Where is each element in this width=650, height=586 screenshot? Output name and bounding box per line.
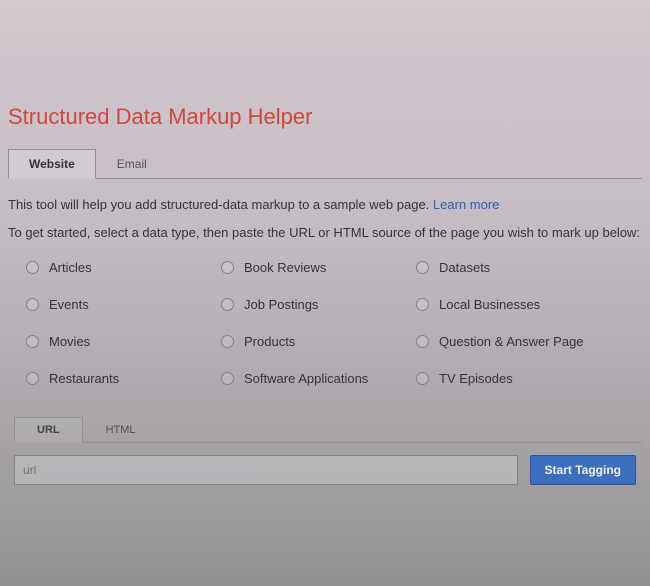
radio-label: Movies xyxy=(49,334,90,349)
radio-restaurants[interactable]: Restaurants xyxy=(26,371,221,386)
radio-label: Restaurants xyxy=(49,371,119,386)
radio-software-applications[interactable]: Software Applications xyxy=(221,371,416,386)
radio-label: TV Episodes xyxy=(439,371,513,386)
radio-icon xyxy=(221,261,234,274)
radio-icon xyxy=(26,261,39,274)
subtab-url[interactable]: URL xyxy=(14,417,83,443)
radio-articles[interactable]: Articles xyxy=(26,260,221,275)
radio-label: Question & Answer Page xyxy=(439,334,584,349)
radio-icon xyxy=(416,261,429,274)
radio-icon xyxy=(26,335,39,348)
url-input[interactable] xyxy=(14,455,518,485)
radio-label: Job Postings xyxy=(244,297,318,312)
radio-icon xyxy=(26,298,39,311)
input-row: Start Tagging xyxy=(14,455,636,485)
radio-label: Events xyxy=(49,297,89,312)
radio-icon xyxy=(416,335,429,348)
radio-icon xyxy=(221,372,234,385)
radio-label: Software Applications xyxy=(244,371,368,386)
radio-label: Datasets xyxy=(439,260,490,275)
data-type-grid: Articles Book Reviews Datasets Events Jo… xyxy=(8,260,642,386)
radio-question-answer-page[interactable]: Question & Answer Page xyxy=(416,334,626,349)
radio-local-businesses[interactable]: Local Businesses xyxy=(416,297,626,312)
radio-movies[interactable]: Movies xyxy=(26,334,221,349)
radio-events[interactable]: Events xyxy=(26,297,221,312)
input-mode-tabs: URL HTML xyxy=(14,416,642,443)
radio-label: Local Businesses xyxy=(439,297,540,312)
tab-website[interactable]: Website xyxy=(8,149,96,179)
radio-job-postings[interactable]: Job Postings xyxy=(221,297,416,312)
radio-tv-episodes[interactable]: TV Episodes xyxy=(416,371,626,386)
learn-more-link[interactable]: Learn more xyxy=(433,197,499,212)
start-tagging-button[interactable]: Start Tagging xyxy=(530,455,636,485)
radio-book-reviews[interactable]: Book Reviews xyxy=(221,260,416,275)
tab-email[interactable]: Email xyxy=(96,149,168,179)
subtab-html[interactable]: HTML xyxy=(83,417,159,443)
radio-datasets[interactable]: Datasets xyxy=(416,260,626,275)
radio-icon xyxy=(26,372,39,385)
source-tabs: Website Email xyxy=(8,148,642,179)
radio-label: Products xyxy=(244,334,295,349)
intro-text: This tool will help you add structured-d… xyxy=(8,195,642,215)
radio-icon xyxy=(416,372,429,385)
radio-label: Book Reviews xyxy=(244,260,326,275)
get-started-text: To get started, select a data type, then… xyxy=(8,223,642,243)
page-title: Structured Data Markup Helper xyxy=(8,104,642,130)
radio-products[interactable]: Products xyxy=(221,334,416,349)
intro-text-body: This tool will help you add structured-d… xyxy=(8,197,433,212)
radio-label: Articles xyxy=(49,260,92,275)
radio-icon xyxy=(416,298,429,311)
radio-icon xyxy=(221,335,234,348)
radio-icon xyxy=(221,298,234,311)
